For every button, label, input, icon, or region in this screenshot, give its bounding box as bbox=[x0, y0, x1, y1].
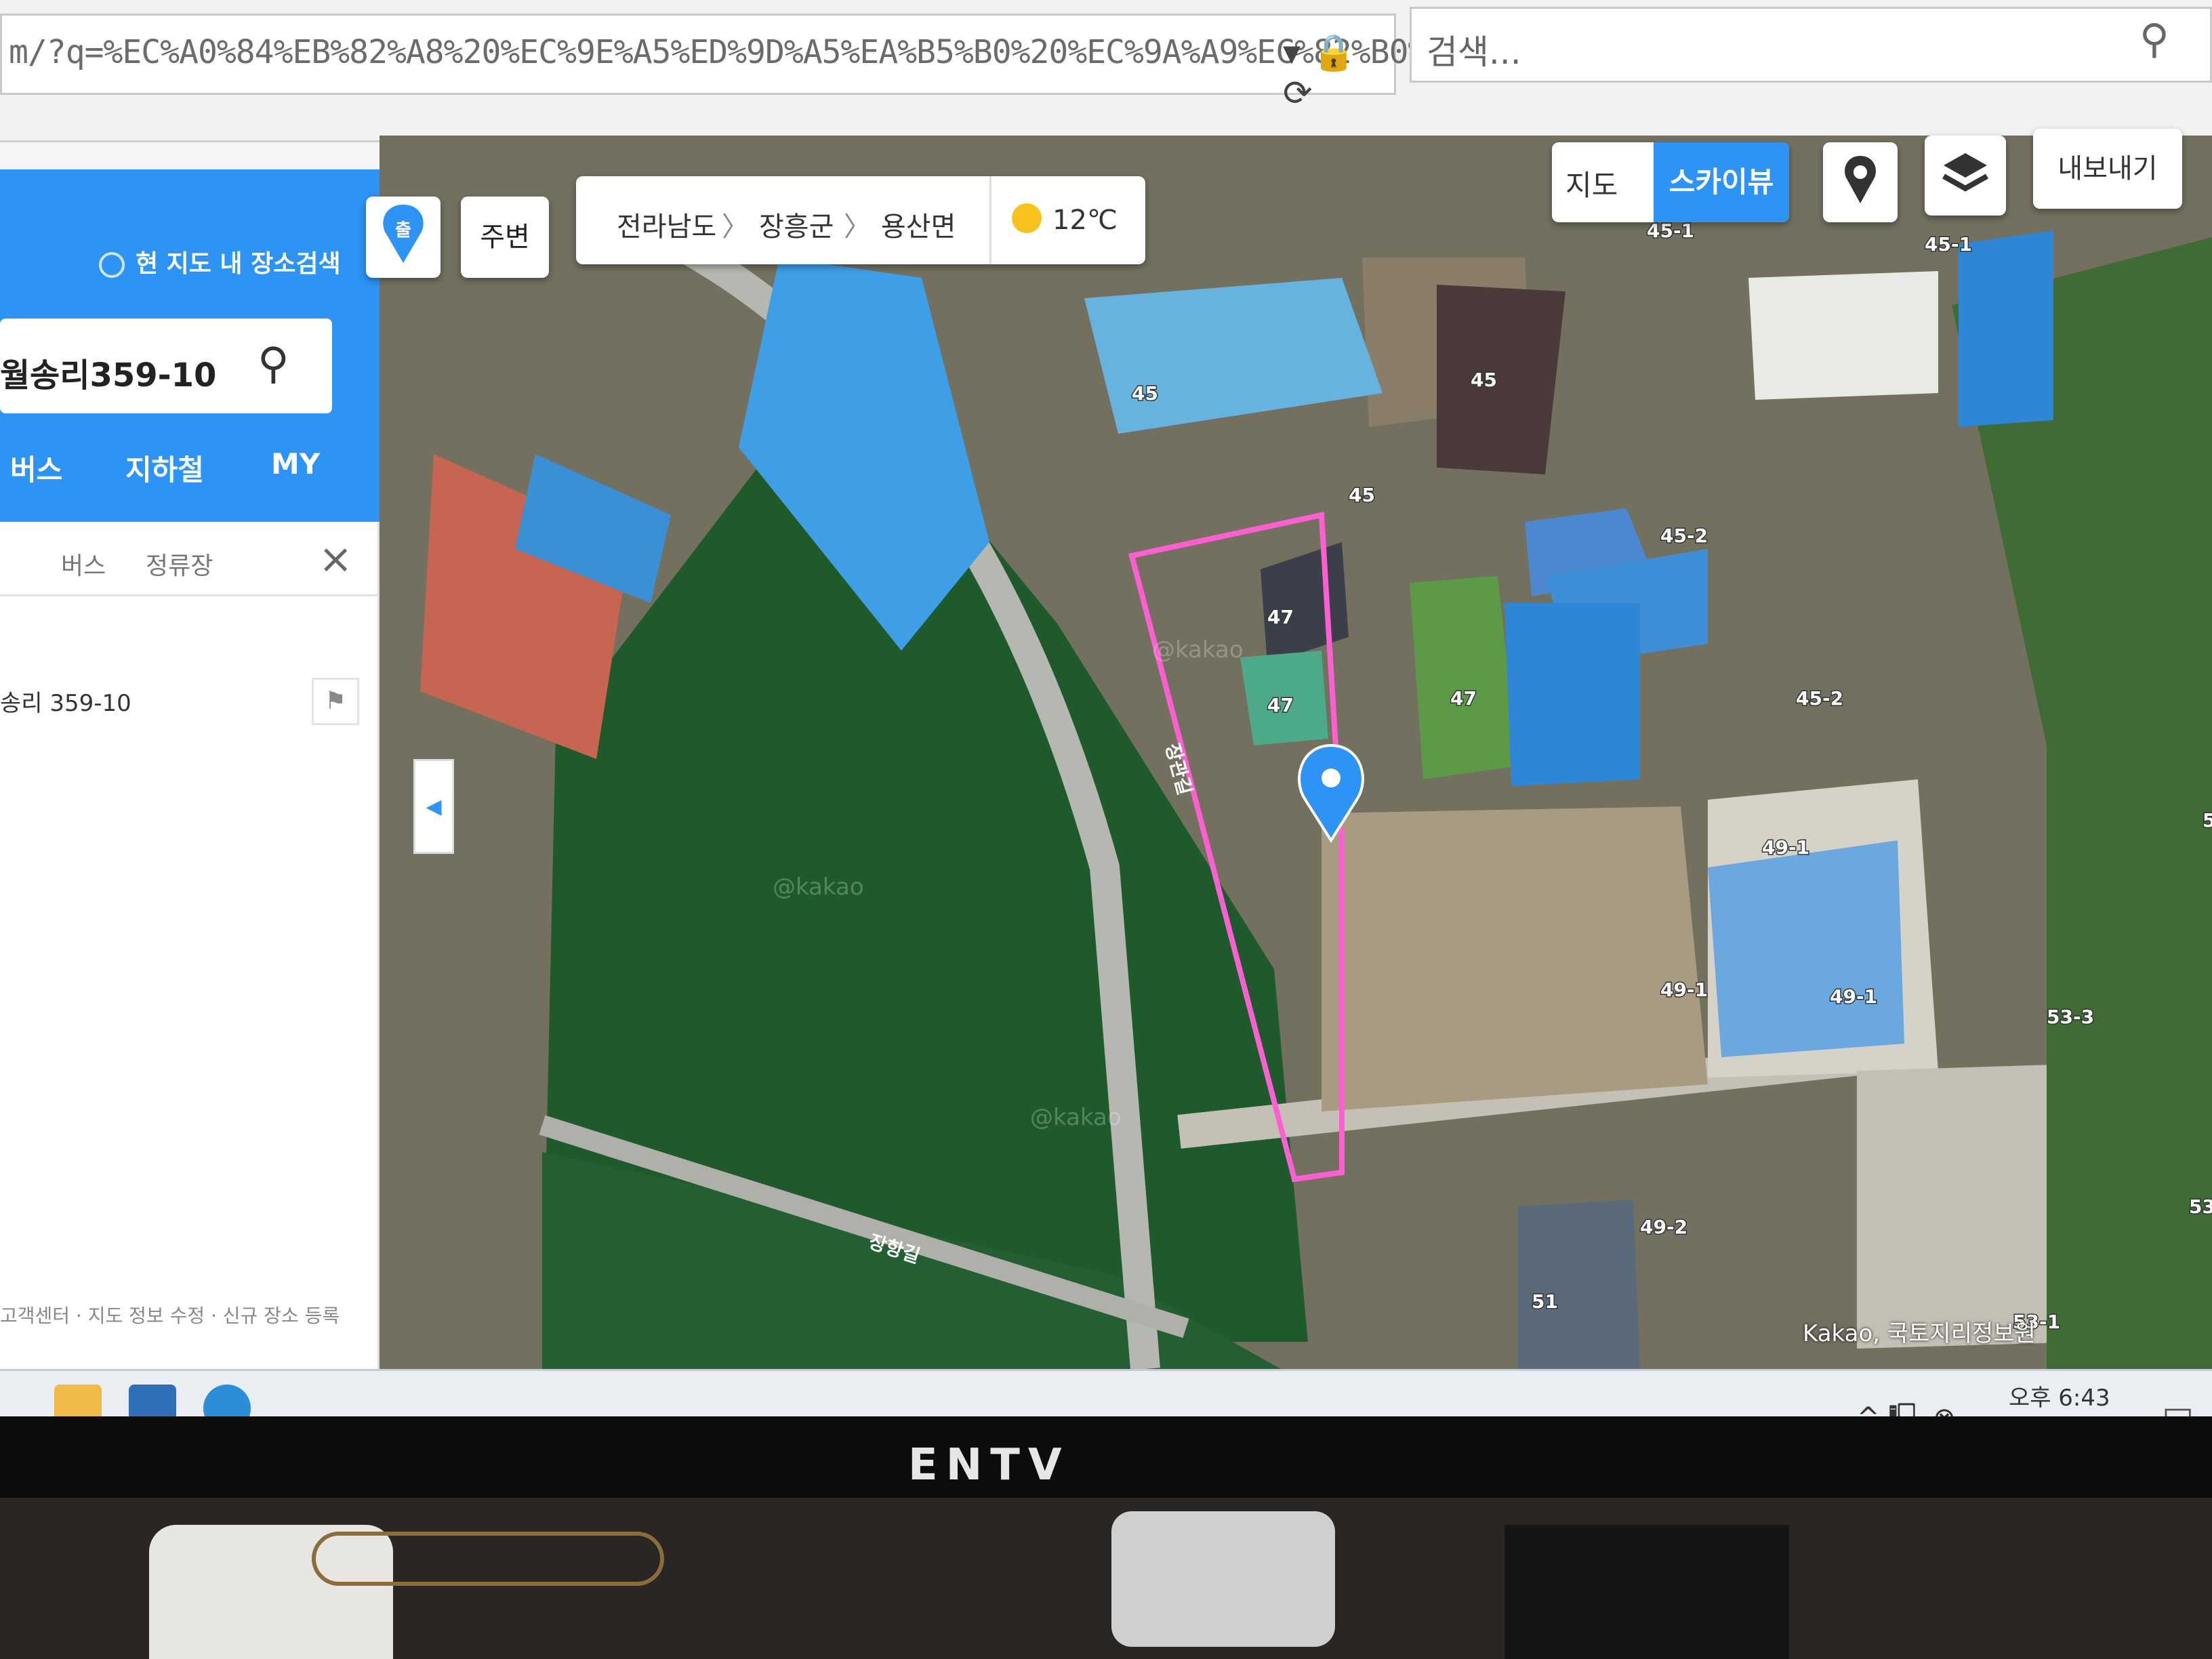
address-bar-icons[interactable]: ▾ 🔒 ⟳ bbox=[1283, 32, 1394, 114]
clock-time: 오후 6:43 bbox=[2008, 1385, 2110, 1412]
address-bar[interactable]: m/?q=%EC%A0%84%EB%82%A8%20%EC%9E%A5%ED%9… bbox=[0, 14, 1522, 114]
search-icon[interactable]: ⚲ bbox=[2139, 16, 2169, 63]
lot-label: 45-1 bbox=[1925, 233, 1972, 255]
tab-bus[interactable]: 버스 bbox=[10, 447, 62, 489]
close-icon[interactable]: × bbox=[319, 535, 352, 583]
satellite-imagery: 45 45-1 45 45-1 45 45-2 47 47 47 45-2 49… bbox=[380, 136, 2212, 1369]
lot-label: 49-1 bbox=[1830, 985, 1877, 1008]
blue-roof-49-1 bbox=[1708, 840, 1904, 1057]
bookmark-icon[interactable]: ⚑ bbox=[312, 678, 359, 725]
lot-label: 51 bbox=[1532, 1290, 1558, 1313]
breadcrumb-province[interactable]: 전라남도 bbox=[617, 205, 716, 244]
eyeglasses bbox=[312, 1532, 664, 1586]
weather-widget: 12℃ bbox=[989, 176, 1139, 264]
lot-label: 47 bbox=[1450, 687, 1477, 710]
map-view-button[interactable]: 지도 bbox=[1565, 163, 1618, 204]
subtab-bus[interactable]: 버스 bbox=[61, 546, 106, 581]
search-subtabs: 버스 정류장 × bbox=[0, 522, 380, 596]
svg-text:출: 출 bbox=[395, 220, 411, 241]
desk-surface bbox=[0, 1498, 2212, 1659]
collapse-panel-button[interactable]: ◀ bbox=[413, 759, 454, 854]
roadview-button[interactable] bbox=[1823, 142, 1898, 222]
lot-label: 45 bbox=[1471, 369, 1497, 391]
file-explorer-icon[interactable] bbox=[54, 1385, 102, 1416]
lot-label: 53 bbox=[2189, 1195, 2212, 1218]
windows-taskbar: ^ 🖳 ⊗ 오후 6:43 2021-04-10 ▭ bbox=[0, 1369, 2212, 1416]
plastic-bag bbox=[1111, 1511, 1335, 1647]
browser-search-input[interactable]: 검색... ⚲ bbox=[1410, 7, 2212, 83]
internet-explorer-icon[interactable] bbox=[203, 1385, 251, 1416]
breadcrumb: 전라남도 〉 장흥군 〉 용산면 12℃ bbox=[576, 176, 1145, 264]
lot-label: 49-2 bbox=[1640, 1216, 1687, 1238]
lot-label: 49-1 bbox=[1762, 836, 1809, 859]
monitor-screen: m/?q=%EC%A0%84%EB%82%A8%20%EC%9E%A5%ED%9… bbox=[0, 0, 2212, 1416]
app-icon[interactable] bbox=[129, 1385, 176, 1416]
lot-label: 47 bbox=[1267, 694, 1294, 716]
temperature: 12℃ bbox=[1052, 205, 1118, 236]
lot-label: 45-1 bbox=[1647, 220, 1694, 242]
start-pin-icon: 출 bbox=[383, 205, 424, 263]
lot-label: 49-1 bbox=[1660, 979, 1708, 1001]
nearby-button[interactable]: 주변 bbox=[461, 197, 549, 278]
yard bbox=[1322, 806, 1708, 1111]
blue-roof-45-2c bbox=[1504, 603, 1640, 786]
power-adapter bbox=[1504, 1525, 1789, 1659]
lot-label: 45-2 bbox=[1660, 525, 1708, 547]
start-marker-button[interactable]: 출 bbox=[366, 197, 441, 278]
white-roof-45-1 bbox=[1748, 271, 1938, 400]
scope-radio[interactable] bbox=[99, 252, 125, 278]
place-search-value: 월송리359-10 bbox=[0, 356, 217, 394]
notification-icon[interactable]: ▭ bbox=[2162, 1393, 2194, 1416]
place-search-input[interactable]: 월송리359-10 ⚲ bbox=[0, 319, 332, 413]
lot-label: 53-3 bbox=[2047, 1006, 2094, 1028]
grey-roof-51 bbox=[1518, 1200, 1640, 1369]
search-panel-header: 현 지도 내 장소검색 월송리359-10 ⚲ 버스 지하철 MY bbox=[0, 169, 380, 522]
lot-label: 5 bbox=[2203, 809, 2212, 832]
tab-subway[interactable]: 지하철 bbox=[125, 447, 204, 489]
monitor-bezel bbox=[0, 1416, 2212, 1498]
search-panel: 현 지도 내 장소검색 월송리359-10 ⚲ 버스 지하철 MY 버스 정류장… bbox=[0, 169, 380, 1416]
layers-icon bbox=[1942, 153, 1988, 192]
breadcrumb-county[interactable]: 장흥군 bbox=[759, 205, 834, 244]
lot-label: 45 bbox=[1349, 484, 1375, 506]
map-attribution: Kakao, 국토지리정보원 bbox=[1803, 1320, 2036, 1347]
watermark: @kakao bbox=[773, 874, 864, 901]
skyview-button[interactable]: 스카이뷰 bbox=[1654, 142, 1789, 222]
browser-search-placeholder: 검색... bbox=[1427, 33, 1521, 72]
watermark: @kakao bbox=[1030, 1104, 1122, 1131]
lot-label: 45-2 bbox=[1796, 687, 1843, 710]
lot-label: 47 bbox=[1267, 606, 1294, 628]
subtab-stop[interactable]: 정류장 bbox=[146, 546, 213, 581]
chevron-right-icon: 〉 bbox=[722, 211, 749, 243]
layers-button[interactable] bbox=[1925, 136, 2006, 216]
brown-roof-45 bbox=[1437, 285, 1565, 474]
panel-footer-links[interactable]: 고객센터 · 지도 정보 수정 · 신규 장소 등록 bbox=[0, 1301, 340, 1328]
chevron-right-icon: 〉 bbox=[844, 211, 871, 243]
roadview-icon bbox=[1845, 156, 1876, 203]
scope-label: 현 지도 내 장소검색 bbox=[136, 250, 341, 278]
result-item[interactable]: 송리 359-10 bbox=[0, 684, 131, 718]
browser-toolbar: m/?q=%EC%A0%84%EB%82%A8%20%EC%9E%A5%ED%9… bbox=[0, 0, 2212, 142]
breadcrumb-town[interactable]: 용산면 bbox=[881, 205, 956, 244]
search-icon[interactable]: ⚲ bbox=[258, 339, 289, 389]
blue-roof-right bbox=[1959, 230, 2053, 427]
sun-icon bbox=[1012, 203, 1042, 233]
watermark: @kakao bbox=[1152, 636, 1244, 663]
map-view-toggle: 지도 스카이뷰 bbox=[1552, 142, 1789, 222]
tab-my[interactable]: MY bbox=[271, 447, 320, 480]
monitor-brand-logo: ENTV bbox=[908, 1440, 1070, 1490]
skyview-map[interactable]: 45 45-1 45 45-1 45 45-2 47 47 47 45-2 49… bbox=[380, 136, 2212, 1369]
export-button[interactable]: 내보내기 bbox=[2033, 129, 2182, 209]
lot-label: 45 bbox=[1132, 382, 1158, 405]
system-tray[interactable]: ^ 🖳 ⊗ bbox=[1857, 1398, 1956, 1416]
clock[interactable]: 오후 6:43 2021-04-10 bbox=[1992, 1383, 2127, 1416]
